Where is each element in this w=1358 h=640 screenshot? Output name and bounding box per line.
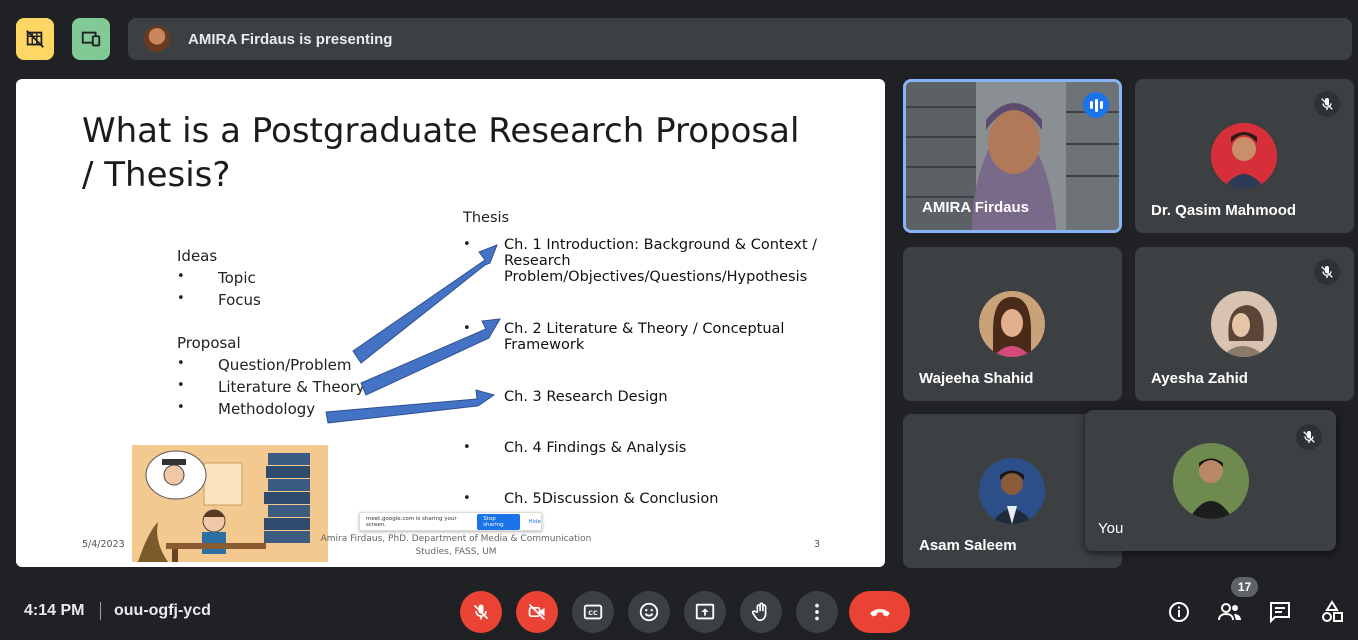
presenter-avatar xyxy=(144,26,170,52)
participant-name: Ayesha Zahid xyxy=(1151,370,1248,387)
slide-footer-date: 5/4/2023 xyxy=(82,539,125,550)
chat-icon xyxy=(1270,602,1290,624)
mic-off-icon xyxy=(1296,424,1322,450)
shared-slide: What is a Postgraduate Research Proposal… xyxy=(16,79,885,567)
people-icon xyxy=(1218,603,1241,621)
people-button[interactable] xyxy=(1216,598,1244,626)
camera-off-icon xyxy=(528,603,546,621)
raise-hand-button[interactable] xyxy=(740,591,782,633)
stop-sharing-button[interactable]: Stop sharing xyxy=(477,513,521,530)
hide-tiles-button[interactable] xyxy=(16,18,54,60)
divider xyxy=(100,602,101,620)
thesis-cartoon-image xyxy=(132,445,328,562)
participant-tile-ayesha[interactable]: Ayesha Zahid xyxy=(1135,247,1354,401)
slide-footer-author: Amira Firdaus, PhD. Department of Media … xyxy=(320,534,592,557)
more-options-button[interactable] xyxy=(796,591,838,633)
emoji-icon xyxy=(639,602,659,622)
present-screen-icon xyxy=(81,31,101,47)
leave-call-button[interactable] xyxy=(849,591,910,633)
info-icon xyxy=(1169,602,1189,622)
self-view-tile[interactable]: You xyxy=(1085,410,1336,551)
microphone-toggle-button[interactable] xyxy=(460,591,502,633)
participant-tile-wajeeha[interactable]: Wajeeha Shahid xyxy=(903,247,1122,401)
activities-shapes-icon xyxy=(1322,600,1343,622)
avatar xyxy=(979,291,1045,357)
presenting-text: AMIRA Firdaus is presenting xyxy=(188,30,393,48)
participant-name: AMIRA Firdaus xyxy=(922,199,1029,216)
more-vert-icon xyxy=(815,603,819,621)
arrow-to-ch2 xyxy=(360,318,501,396)
participant-name: Asam Saleem xyxy=(919,537,1017,554)
mic-off-icon xyxy=(1314,259,1340,285)
participant-tile-qasim[interactable]: Dr. Qasim Mahmood xyxy=(1135,79,1354,233)
chat-button[interactable] xyxy=(1266,598,1294,626)
activities-button[interactable] xyxy=(1318,598,1346,626)
participant-count-badge: 17 xyxy=(1231,577,1258,597)
participant-name: Dr. Qasim Mahmood xyxy=(1151,202,1297,219)
phone-hangup-icon xyxy=(869,609,890,617)
present-screen-icon xyxy=(695,603,715,620)
hand-icon xyxy=(751,602,767,622)
participant-name: You xyxy=(1098,520,1124,537)
avatar xyxy=(979,458,1045,524)
camera-toggle-button[interactable] xyxy=(516,591,558,633)
present-mode-button[interactable] xyxy=(72,18,110,60)
closed-captions-icon: CC xyxy=(583,604,603,620)
avatar xyxy=(1211,291,1277,357)
reactions-button[interactable] xyxy=(628,591,670,633)
participant-tile-amira[interactable]: AMIRA Firdaus xyxy=(903,79,1122,233)
arrow-to-ch3 xyxy=(325,389,496,424)
present-now-button[interactable] xyxy=(684,591,726,633)
captions-button[interactable]: CC xyxy=(572,591,614,633)
speaking-indicator-icon xyxy=(1083,92,1109,118)
arrow-to-ch1 xyxy=(352,244,498,364)
hide-notice-link[interactable]: Hide xyxy=(528,519,541,525)
mic-off-icon xyxy=(1314,91,1340,117)
current-time: 4:14 PM xyxy=(24,602,85,619)
share-notice-text: meet.google.com is sharing your screen. xyxy=(366,515,457,528)
presenting-banner: AMIRA Firdaus is presenting xyxy=(128,18,1352,60)
meeting-details-button[interactable] xyxy=(1165,598,1193,626)
svg-text:CC: CC xyxy=(588,609,598,617)
mic-off-icon xyxy=(473,604,489,620)
avatar xyxy=(1211,123,1277,189)
meeting-code: ouu-ogfj-ycd xyxy=(114,602,211,619)
participant-name: Wajeeha Shahid xyxy=(919,370,1034,387)
slide-page-number: 3 xyxy=(814,539,821,550)
tiles-off-icon xyxy=(26,30,44,48)
avatar xyxy=(1173,443,1249,519)
screen-share-notice: meet.google.com is sharing your screen. … xyxy=(359,512,542,531)
